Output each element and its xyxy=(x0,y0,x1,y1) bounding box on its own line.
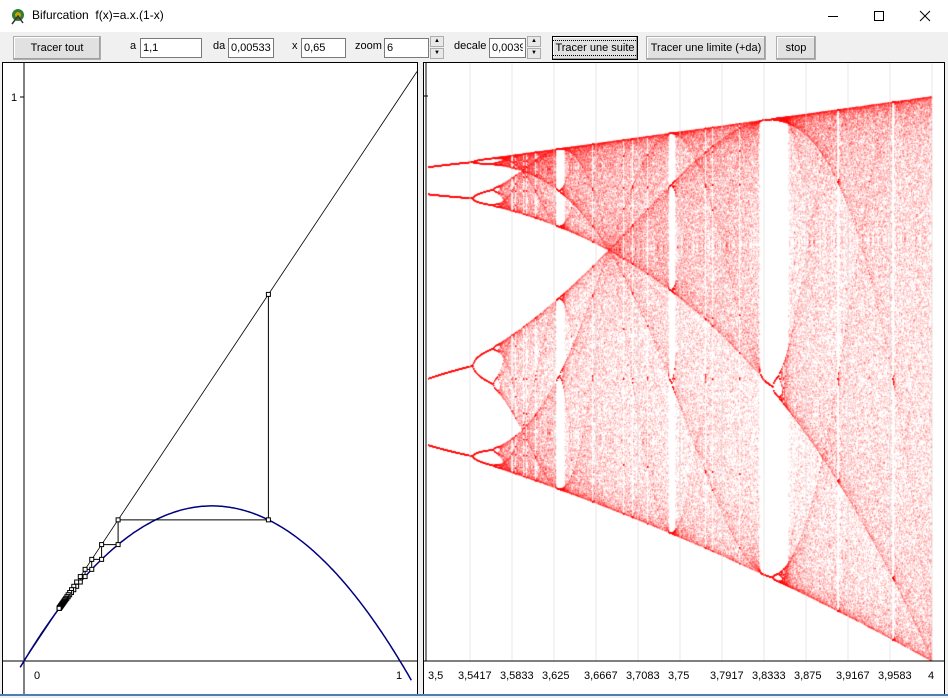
decale-label: decale xyxy=(454,40,487,52)
diagonal-line xyxy=(23,71,418,662)
x-input[interactable] xyxy=(301,38,346,58)
minimize-icon xyxy=(828,16,838,17)
maximize-icon xyxy=(874,11,884,21)
minimize-button[interactable] xyxy=(810,0,856,32)
tracer-tout-button[interactable]: Tracer tout xyxy=(13,36,101,60)
cobweb-point xyxy=(99,542,105,548)
cobweb-point xyxy=(56,605,62,611)
cobweb-point xyxy=(82,566,88,572)
spin-up-icon[interactable]: ▲ xyxy=(527,36,541,47)
cobweb-point xyxy=(115,542,121,548)
cobweb-point xyxy=(89,556,95,562)
spin-up-icon[interactable]: ▲ xyxy=(430,36,444,47)
cobweb-point xyxy=(265,291,271,297)
x-tick-label: 3,7083 xyxy=(626,670,660,682)
bifurcation-chart: 3,5 3,5417 3,5833 3,625 3,6667 3,7083 3,75 3,79… xyxy=(424,63,944,682)
close-button[interactable] xyxy=(902,0,948,32)
da-label: da xyxy=(213,40,226,52)
app-icon xyxy=(11,9,24,25)
x-label: x xyxy=(292,40,298,52)
x-tick-label: 3,875 xyxy=(794,670,822,682)
zoom-label: zoom xyxy=(355,40,382,52)
cobweb-plot-panel[interactable]: 0 1 1 xyxy=(2,62,418,696)
title-bar: Bifurcation f(x)=a.x.(1-x) xyxy=(0,0,948,32)
spin-down-icon[interactable]: ▼ xyxy=(527,48,541,59)
tracer-tout-label: Tracer tout xyxy=(30,42,84,54)
tracer-une-limite-button[interactable]: Tracer une limite (+da) xyxy=(646,36,766,60)
x-tick-label: 3,75 xyxy=(668,670,689,682)
da-input[interactable] xyxy=(228,38,274,58)
a-label: a xyxy=(130,40,137,52)
parabola-curve xyxy=(19,505,412,681)
x-tick-label: 3,7917 xyxy=(710,670,744,682)
x-tick-label: 3,9583 xyxy=(878,670,912,682)
tracer-une-suite-button[interactable]: Tracer une suite xyxy=(552,36,638,60)
cobweb-point xyxy=(77,574,83,580)
maximize-button[interactable] xyxy=(856,0,902,32)
decale-spinner[interactable]: ▲ ▼ xyxy=(527,36,541,60)
x-tick-label: 0 xyxy=(34,670,40,682)
tracer-une-limite-label: Tracer une limite (+da) xyxy=(650,42,762,54)
stop-label: stop xyxy=(785,42,807,54)
x-tick-label: 3,5833 xyxy=(500,670,534,682)
tracer-une-suite-label: Tracer une suite xyxy=(552,40,638,56)
decale-input[interactable] xyxy=(489,38,526,58)
spin-down-icon[interactable]: ▼ xyxy=(430,48,444,59)
cobweb-point xyxy=(89,566,95,572)
window-title: Bifurcation f(x)=a.x.(1-x) xyxy=(32,8,164,22)
stop-button[interactable]: stop xyxy=(776,36,816,60)
x-tick-label: 3,6667 xyxy=(584,670,618,682)
y-tick-label: 1 xyxy=(11,92,17,104)
x-tick-label: 3,8333 xyxy=(752,670,786,682)
x-tick-label: 3,5 xyxy=(428,670,443,682)
cobweb-chart: 0 1 1 xyxy=(3,63,418,695)
close-icon xyxy=(919,10,931,22)
cobweb-point xyxy=(74,579,80,585)
cobweb-point xyxy=(265,517,271,523)
x-tick-label: 3,9167 xyxy=(836,670,870,682)
zoom-spinner[interactable]: ▲ ▼ xyxy=(430,36,444,60)
x-tick-label: 4 xyxy=(928,670,934,682)
cobweb-point xyxy=(99,556,105,562)
bifurcation-plot-panel[interactable]: 3,5 3,5417 3,5833 3,625 3,6667 3,7083 3,75 3,79… xyxy=(423,62,945,696)
x-tick-label: 3,5417 xyxy=(458,670,492,682)
x-tick-label: 1 xyxy=(396,670,402,682)
zoom-input[interactable] xyxy=(384,38,429,58)
cobweb-point xyxy=(82,574,88,580)
a-input[interactable] xyxy=(140,38,202,58)
cobweb-point xyxy=(115,517,121,523)
x-tick-label: 3,625 xyxy=(542,670,570,682)
